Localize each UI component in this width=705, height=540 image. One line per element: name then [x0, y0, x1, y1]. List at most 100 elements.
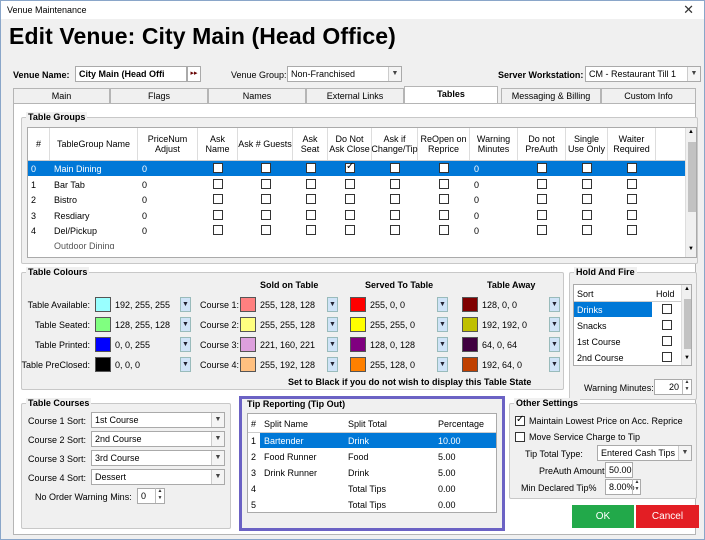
- hold-checkbox[interactable]: [662, 320, 672, 330]
- chevron-down-icon[interactable]: ▼: [437, 297, 448, 312]
- away-swatch[interactable]: [462, 337, 478, 352]
- row-checkbox[interactable]: [345, 209, 355, 220]
- price-adjust[interactable]: 0: [142, 226, 147, 236]
- hold-fire-item[interactable]: Drinks: [577, 305, 603, 315]
- served-swatch[interactable]: [350, 357, 366, 372]
- row-checkbox[interactable]: [439, 194, 449, 204]
- colour-swatch[interactable]: [95, 357, 111, 372]
- row-checkbox[interactable]: [260, 178, 271, 189]
- row-checkbox[interactable]: [582, 178, 592, 189]
- row-checkbox[interactable]: [305, 194, 316, 204]
- row-checkbox[interactable]: [213, 178, 223, 189]
- table-groups-grid[interactable]: # TableGroup Name PriceNum Adjust Ask Name A…: [27, 127, 697, 258]
- sold-swatch[interactable]: [240, 357, 256, 372]
- chevron-down-icon[interactable]: ▼: [549, 317, 560, 332]
- row-checkbox[interactable]: [345, 225, 355, 235]
- row-checkbox[interactable]: [627, 225, 637, 235]
- sold-swatch[interactable]: [240, 297, 256, 312]
- tab-messaging-billing[interactable]: Messaging & Billing: [501, 88, 601, 103]
- table-group-name[interactable]: Main Dining: [54, 164, 138, 174]
- row-checkbox[interactable]: [627, 209, 637, 220]
- row-checkbox[interactable]: [627, 163, 637, 173]
- tab-main[interactable]: Main: [13, 88, 110, 103]
- scrollbar-thumb[interactable]: [684, 299, 691, 349]
- row-checkbox[interactable]: [627, 178, 637, 189]
- split-name[interactable]: Food Runner: [264, 452, 317, 462]
- row-checkbox[interactable]: [537, 225, 547, 235]
- row-checkbox[interactable]: [213, 209, 223, 220]
- table-group-name[interactable]: Del/Pickup: [54, 226, 138, 236]
- hold-fire-item[interactable]: 2nd Course: [577, 353, 624, 363]
- tab-names[interactable]: Names: [208, 88, 306, 103]
- scrollbar-thumb[interactable]: [688, 142, 696, 212]
- maintain-lowest-checkbox[interactable]: [515, 414, 525, 426]
- hold-checkbox[interactable]: [662, 352, 672, 362]
- course-sort-select[interactable]: Dessert ▼: [91, 469, 225, 485]
- price-adjust[interactable]: 0: [142, 211, 147, 221]
- row-checkbox[interactable]: [582, 209, 592, 220]
- row-checkbox[interactable]: [213, 163, 223, 173]
- row-checkbox[interactable]: [260, 225, 271, 235]
- vertical-scrollbar[interactable]: ▲ ▼: [685, 128, 696, 257]
- row-checkbox[interactable]: [537, 178, 547, 189]
- chevron-down-icon[interactable]: ▼: [437, 357, 448, 372]
- chevron-down-icon[interactable]: ▼: [549, 297, 560, 312]
- row-checkbox[interactable]: [537, 163, 547, 173]
- table-group-name[interactable]: Resdiary: [54, 211, 138, 221]
- warning-minutes-stepper[interactable]: ▲ ▼: [682, 379, 691, 394]
- row-checkbox[interactable]: [582, 194, 592, 204]
- row-checkbox[interactable]: [260, 163, 271, 173]
- venue-group-select[interactable]: Non-Franchised ▼: [287, 66, 402, 82]
- sold-swatch[interactable]: [240, 337, 256, 352]
- chevron-down-icon[interactable]: ▼: [327, 337, 338, 352]
- table-group-name[interactable]: Bar Tab: [54, 180, 138, 190]
- chevron-up-icon[interactable]: ▲: [688, 129, 694, 135]
- served-swatch[interactable]: [350, 337, 366, 352]
- split-total[interactable]: Food: [348, 452, 369, 462]
- min-tip-stepper[interactable]: ▲ ▼: [632, 479, 641, 494]
- chevron-down-icon[interactable]: ▼: [180, 337, 191, 352]
- away-swatch[interactable]: [462, 297, 478, 312]
- chevron-down-icon[interactable]: ▼: [327, 297, 338, 312]
- colour-swatch[interactable]: [95, 317, 111, 332]
- sold-swatch[interactable]: [240, 317, 256, 332]
- close-icon[interactable]: ✕: [683, 2, 694, 18]
- split-percentage[interactable]: 5.00: [438, 468, 456, 478]
- chevron-down-icon[interactable]: ▼: [180, 317, 191, 332]
- row-checkbox[interactable]: [439, 209, 449, 220]
- warning-minutes[interactable]: 0: [474, 164, 479, 174]
- hold-checkbox[interactable]: [662, 304, 672, 314]
- row-checkbox[interactable]: [582, 163, 592, 173]
- chevron-down-icon[interactable]: ▼: [684, 355, 690, 361]
- price-adjust[interactable]: 0: [142, 164, 147, 174]
- ok-button[interactable]: OK: [572, 505, 634, 528]
- row-checkbox[interactable]: [345, 161, 355, 173]
- tab-tables[interactable]: Tables: [404, 86, 498, 104]
- table-group-name[interactable]: Bistro: [54, 195, 138, 205]
- row-checkbox[interactable]: [390, 178, 400, 189]
- row-checkbox[interactable]: [305, 209, 316, 220]
- row-checkbox[interactable]: [439, 163, 449, 173]
- row-checkbox[interactable]: [582, 225, 592, 235]
- no-order-warning-stepper[interactable]: ▲ ▼: [155, 488, 164, 503]
- hold-fire-item[interactable]: 1st Course: [577, 337, 621, 347]
- split-percentage[interactable]: 0.00: [438, 484, 456, 494]
- row-checkbox[interactable]: [213, 225, 223, 235]
- row-checkbox[interactable]: [305, 178, 316, 189]
- warning-minutes[interactable]: 0: [474, 180, 479, 190]
- row-checkbox[interactable]: [390, 225, 400, 235]
- row-checkbox[interactable]: [345, 178, 355, 189]
- tip-reporting-grid[interactable]: # Split Name Split Total Percentage 1 Bartend…: [247, 413, 497, 513]
- chevron-down-icon[interactable]: ▼: [549, 337, 560, 352]
- row-checkbox[interactable]: [537, 209, 547, 220]
- row-checkbox[interactable]: [305, 225, 316, 235]
- colour-swatch[interactable]: [95, 337, 111, 352]
- hold-fire-item[interactable]: Snacks: [577, 321, 607, 331]
- chevron-down-icon[interactable]: ▼: [180, 297, 191, 312]
- chevron-down-icon[interactable]: ▼: [327, 317, 338, 332]
- tab-external-links[interactable]: External Links: [306, 88, 404, 103]
- split-name[interactable]: Bartender: [264, 436, 304, 446]
- split-total[interactable]: Total Tips: [348, 500, 386, 510]
- course-sort-select[interactable]: 2nd Course ▼: [91, 431, 225, 447]
- preauth-input[interactable]: 50.00: [605, 462, 633, 478]
